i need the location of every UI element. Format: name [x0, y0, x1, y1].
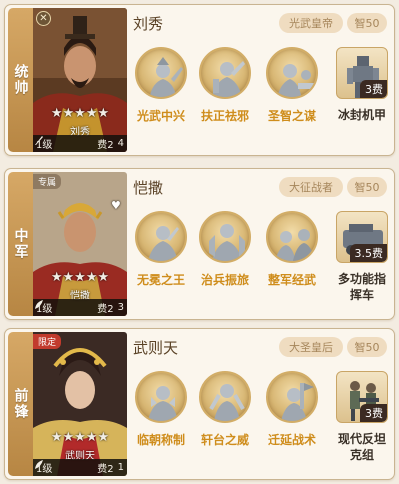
role-strip: 中军	[8, 172, 33, 316]
gear-slot[interactable]: 3费 冰封机甲	[332, 47, 392, 123]
gear-icon: 3费	[336, 47, 388, 99]
role-strip: 前锋	[8, 332, 33, 476]
title-badge: 大圣皇后	[279, 337, 343, 357]
role-strip: 统帅	[8, 8, 33, 152]
skill-name: 圣智之谋	[267, 109, 316, 123]
skill-slot-2[interactable]: 扶正祛邪	[194, 47, 256, 124]
skill-icon	[199, 211, 251, 263]
skill-slot-2[interactable]: 轩台之威	[194, 371, 256, 448]
limited-tag: 限定	[33, 334, 62, 349]
gear-icon: 3.5费	[336, 211, 388, 263]
skill-icon	[135, 211, 187, 263]
intelligence-badge: 智50	[347, 337, 387, 357]
skill-name: 整军经武	[267, 273, 316, 287]
feather-icon	[35, 300, 43, 309]
hero-stats-bar: 1级 费2 3	[33, 299, 127, 316]
skill-icon	[199, 47, 251, 99]
gear-icon: 3费	[336, 371, 388, 423]
skill-name: 轩台之威	[200, 433, 249, 447]
skill-icon	[135, 371, 187, 423]
hero-portrait[interactable]: 限定 ★★★★★ 武则天 1级 费2 1	[33, 332, 127, 476]
gear-cost: 3.5费	[349, 244, 387, 262]
skill-slot-2[interactable]: 治兵振旅	[194, 211, 256, 288]
hero-portrait[interactable]: 专属 ♥ ★★★★★ 恺撒 1级 费2 3	[33, 172, 127, 316]
lineup-card-center[interactable]: 中军 专属 ♥ ★★★★★ 恺撒 1级 费2 3 恺撒 大征战者 智50 无冕之…	[4, 168, 395, 320]
skill-icon	[266, 47, 318, 99]
hero-cost: 费2	[97, 464, 114, 475]
skill-icon	[266, 371, 318, 423]
star-rating: ★★★★★	[50, 430, 110, 445]
intelligence-badge: 智50	[347, 13, 387, 33]
hero-count: 1	[117, 462, 124, 473]
hero-cost: 费2	[97, 140, 114, 151]
gear-name: 多功能指 挥车	[337, 272, 386, 302]
skill-icon	[135, 47, 187, 99]
exclusive-tag: 专属	[33, 174, 62, 189]
gear-name: 冰封机甲	[337, 108, 386, 122]
hero-count: 4	[117, 138, 124, 149]
gear-cost: 3费	[360, 80, 387, 98]
skill-slot-3[interactable]: 圣智之谋	[261, 47, 323, 124]
favorite-icon[interactable]: ♥	[111, 200, 123, 211]
feather-icon	[35, 460, 43, 469]
skill-slot-1[interactable]: 临朝称制	[130, 371, 192, 448]
star-rating: ★★★★★	[50, 270, 110, 285]
role-label: 前锋	[12, 388, 29, 420]
skill-slot-3[interactable]: 整军经武	[261, 211, 323, 288]
skill-icon	[266, 211, 318, 263]
skill-slot-3[interactable]: 迁延战术	[261, 371, 323, 448]
role-label: 统帅	[12, 64, 29, 96]
skill-icon	[199, 371, 251, 423]
skill-name: 治兵振旅	[200, 273, 249, 287]
title-badge: 大征战者	[279, 177, 343, 197]
skill-name: 光武中兴	[136, 109, 185, 123]
skill-slot-1[interactable]: 无冕之王	[130, 211, 192, 288]
hero-stats-bar: 1级 费2 4	[33, 135, 127, 152]
gear-name: 现代反坦 克组	[337, 432, 386, 462]
gear-slot[interactable]: 3.5费 多功能指 挥车	[332, 211, 392, 303]
role-label: 中军	[12, 228, 29, 260]
hero-count: 3	[117, 302, 124, 313]
remove-icon[interactable]: ✕	[36, 11, 51, 26]
lineup-card-commander[interactable]: 统帅 ✕ ★★★★★ 刘秀 1级 费2 4 刘秀 光武皇帝 智50 光武中兴 扶…	[4, 4, 395, 156]
gear-cost: 3费	[360, 404, 387, 422]
hero-name: 刘秀	[133, 15, 164, 33]
intelligence-badge: 智50	[347, 177, 387, 197]
title-badge: 光武皇帝	[279, 13, 343, 33]
hero-portrait[interactable]: ✕ ★★★★★ 刘秀 1级 费2 4	[33, 8, 127, 152]
skill-slot-1[interactable]: 光武中兴	[130, 47, 192, 124]
quill-icon	[35, 136, 43, 145]
gear-slot[interactable]: 3费 现代反坦 克组	[332, 371, 392, 463]
hero-name: 武则天	[133, 339, 179, 357]
hero-cost: 费2	[97, 304, 114, 315]
lineup-card-vanguard[interactable]: 前锋 限定 ★★★★★ 武则天 1级 费2 1 武则天 大圣皇后 智50 临朝称…	[4, 328, 395, 480]
skill-name: 无冕之王	[136, 273, 185, 287]
star-rating: ★★★★★	[50, 106, 110, 121]
skill-name: 迁延战术	[267, 433, 316, 447]
skill-name: 扶正祛邪	[200, 109, 249, 123]
skill-name: 临朝称制	[136, 433, 185, 447]
hero-stats-bar: 1级 费2 1	[33, 459, 127, 476]
hero-name: 恺撒	[133, 179, 164, 197]
